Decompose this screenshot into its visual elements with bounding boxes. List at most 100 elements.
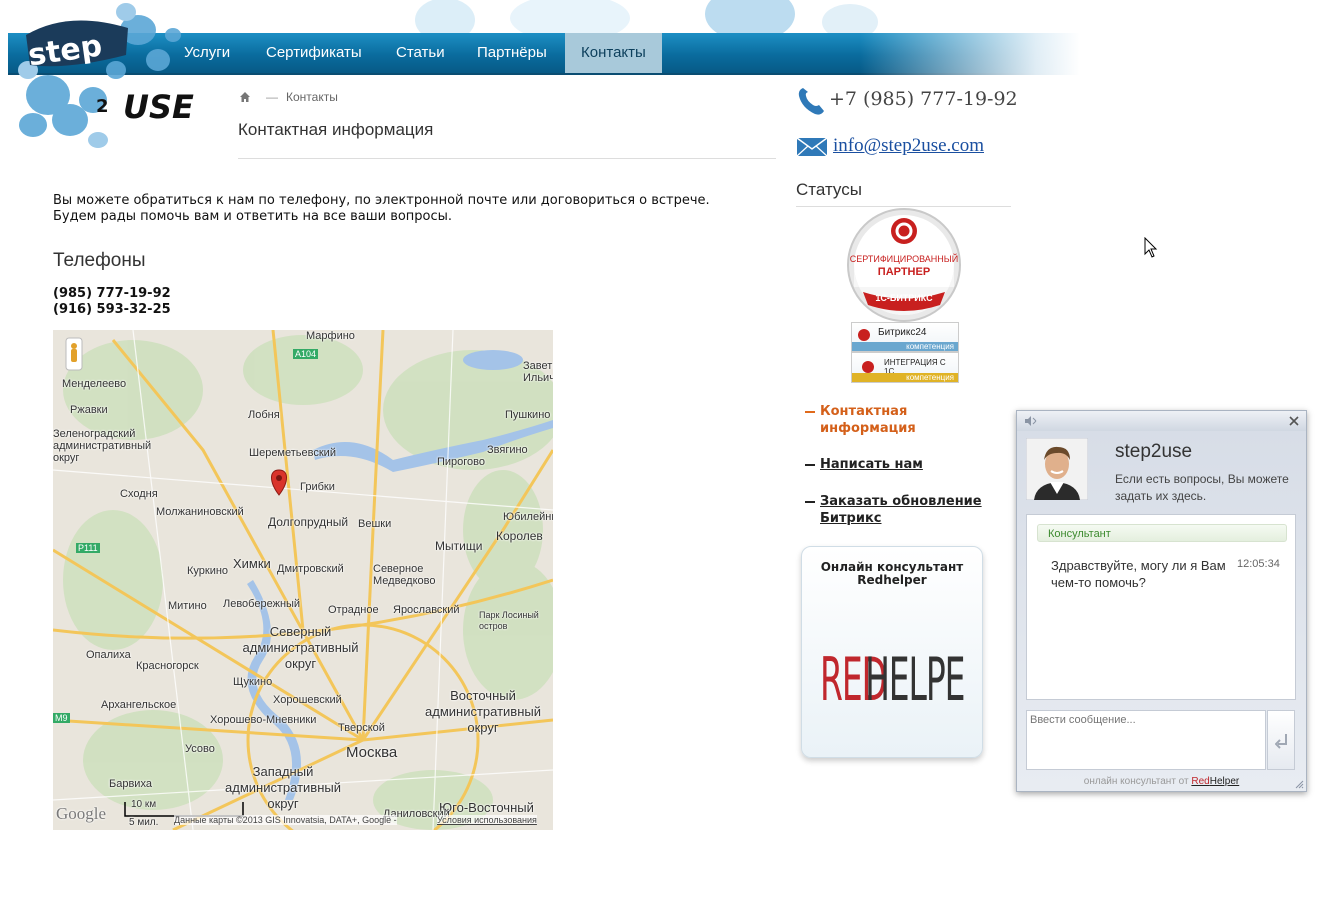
breadcrumb: — Контакты [240,90,338,104]
map-label: Юго-Восточный [439,800,534,815]
side-menu-contact-info[interactable]: Контактная информация [805,403,995,437]
nav-contacts[interactable]: Контакты [565,33,662,73]
map-label: Хорошевский [273,694,342,706]
side-menu-label: Заказать обновление Битрикс [820,494,982,526]
resize-grip-icon[interactable] [1295,780,1304,789]
map-label: Щукино [233,676,273,688]
map-label: Пушкино [505,409,551,421]
chat-send-button[interactable] [1267,710,1295,770]
badge-line-2: ПАРТНЕР [877,266,931,278]
phone-number-2: (916) 593-32-25 [53,302,171,317]
chat-titlebar[interactable] [1017,411,1306,431]
redhelper-link-red: Red [1191,776,1210,787]
map-label: Хорошево-Мневники [210,714,317,726]
map-label: Марфино [306,330,355,342]
side-menu-label: Написать нам [820,457,923,472]
map-label: Опалиха [86,649,131,661]
map-label: Заветы Ильича [523,360,553,384]
powered-by-prefix: онлайн консультант от [1083,776,1189,787]
svg-text:2: 2 [96,96,109,117]
bitrix-logo-icon [862,361,874,373]
chat-description: Если есть вопросы, Вы можете задать их з… [1115,472,1289,503]
breadcrumb-current: Контакты [286,90,338,104]
header-decoration [415,0,878,34]
map-label: Северный административный округ [242,624,359,671]
map-road-label: А104 [293,349,319,359]
menu-dash [805,501,815,503]
map-label: Отрадное [328,604,379,616]
svg-text:USE: USE [123,88,194,126]
map-label: Мытищи [435,539,483,553]
map-label: Дмитровский [277,563,344,575]
map-road-label: Р111 [76,543,100,553]
redhelper-link[interactable]: RedHelper [1191,776,1239,787]
map-label: Митино [168,600,207,612]
competence-title: Битрикс24 [878,327,927,338]
consultant-label: Консультант [1037,524,1287,542]
bitrix-logo-icon [858,329,870,341]
page-title: Контактная информация [238,120,434,139]
chat-powered-by: онлайн консультант от RedHelper [1017,776,1306,787]
redhelper-logo: RED HELPER [820,645,966,705]
map-roads [53,330,553,830]
redhelper-promo[interactable]: Онлайн консультант Redhelper RED HELPER [801,546,983,758]
svg-text:HELPER: HELPER [865,645,966,705]
chat-messages[interactable]: Консультант Здравствуйте, могу ли я Вам … [1026,514,1296,700]
home-icon[interactable] [240,92,250,102]
map-label: Северное Медведково [373,563,436,587]
map-label: Грибки [300,481,335,493]
chat-message-input[interactable] [1026,710,1266,770]
menu-dash [805,411,815,413]
map-label: Ярославский [393,604,460,616]
nav-articles[interactable]: Статьи [380,33,461,73]
map-label: Молжаниновский [156,506,244,518]
badge-line-3: 1С-БИТРИКС [875,293,933,303]
step2use-logo[interactable]: step USE 2 [8,0,218,152]
close-icon[interactable] [1289,416,1299,426]
certified-partner-badge: СЕРТИФИЦИРОВАННЫЙ ПАРТНЕР 1С-БИТРИКС [846,207,962,323]
intro-text: Вы можете обратиться к нам по телефону, … [53,193,710,224]
phones-heading: Телефоны [53,250,146,271]
map-copyright: Данные карты ©2013 GIS Innovatsia, DATA+… [174,815,397,825]
map-label: Барвиха [109,778,152,790]
google-logo[interactable]: Google [56,804,106,824]
map-label: Сходня [120,488,158,500]
chat-widget: step2use Если есть вопросы, Вы можете за… [1016,410,1307,792]
header-phone: +7 (985) 777-19-92 [829,88,1018,110]
map-label: Парк Лосиный остров [479,610,539,631]
map-label: Ржавки [70,404,108,416]
map-label: Восточный административный округ [425,688,541,735]
competence-bitrix24: Битрикс24 компетенция [851,322,959,352]
google-map[interactable]: Марфино А104 Менделеево Ржавки Лобня Шер… [53,330,553,830]
map-label: Куркино [187,565,229,577]
phone-number-1: (985) 777-19-92 [53,286,171,301]
map-label: Лобня [248,409,280,421]
map-terms-link[interactable]: Условия использования [437,815,537,825]
email-link[interactable]: info@step2use.com [833,135,984,157]
map-label: Вешки [358,518,392,530]
map-label: Красногорск [136,660,199,672]
chat-message-time: 12:05:34 [1237,558,1280,570]
map-label-moscow: Москва [346,744,398,761]
redhelper-title: Онлайн консультант Redhelper [820,560,964,587]
map-label: Зеленоградский административный округ [53,428,152,464]
mail-icon [796,137,828,157]
enter-icon [1275,734,1287,749]
consultant-avatar [1026,438,1088,500]
nav-fade [860,33,1080,75]
street-view-pegman-icon[interactable] [65,337,83,371]
map-label: Шереметьевский [249,447,336,459]
map-label: Левобережный [223,598,301,610]
side-menu-label: Контактная информация [820,404,916,436]
nav-partners[interactable]: Партнёры [461,33,563,73]
map-label: Усово [185,743,215,755]
nav-certificates[interactable]: Сертификаты [250,33,378,73]
sound-icon[interactable] [1025,416,1037,426]
map-label: Звягино [487,444,528,456]
badge-line-1: СЕРТИФИЦИРОВАННЫЙ [849,254,959,264]
breadcrumb-separator: — [266,90,278,104]
map-road-label: М9 [53,713,70,723]
side-menu-order-update[interactable]: Заказать обновление Битрикс [805,493,1000,527]
phone-icon [798,88,824,115]
side-menu-write-us[interactable]: Написать нам [805,456,995,473]
